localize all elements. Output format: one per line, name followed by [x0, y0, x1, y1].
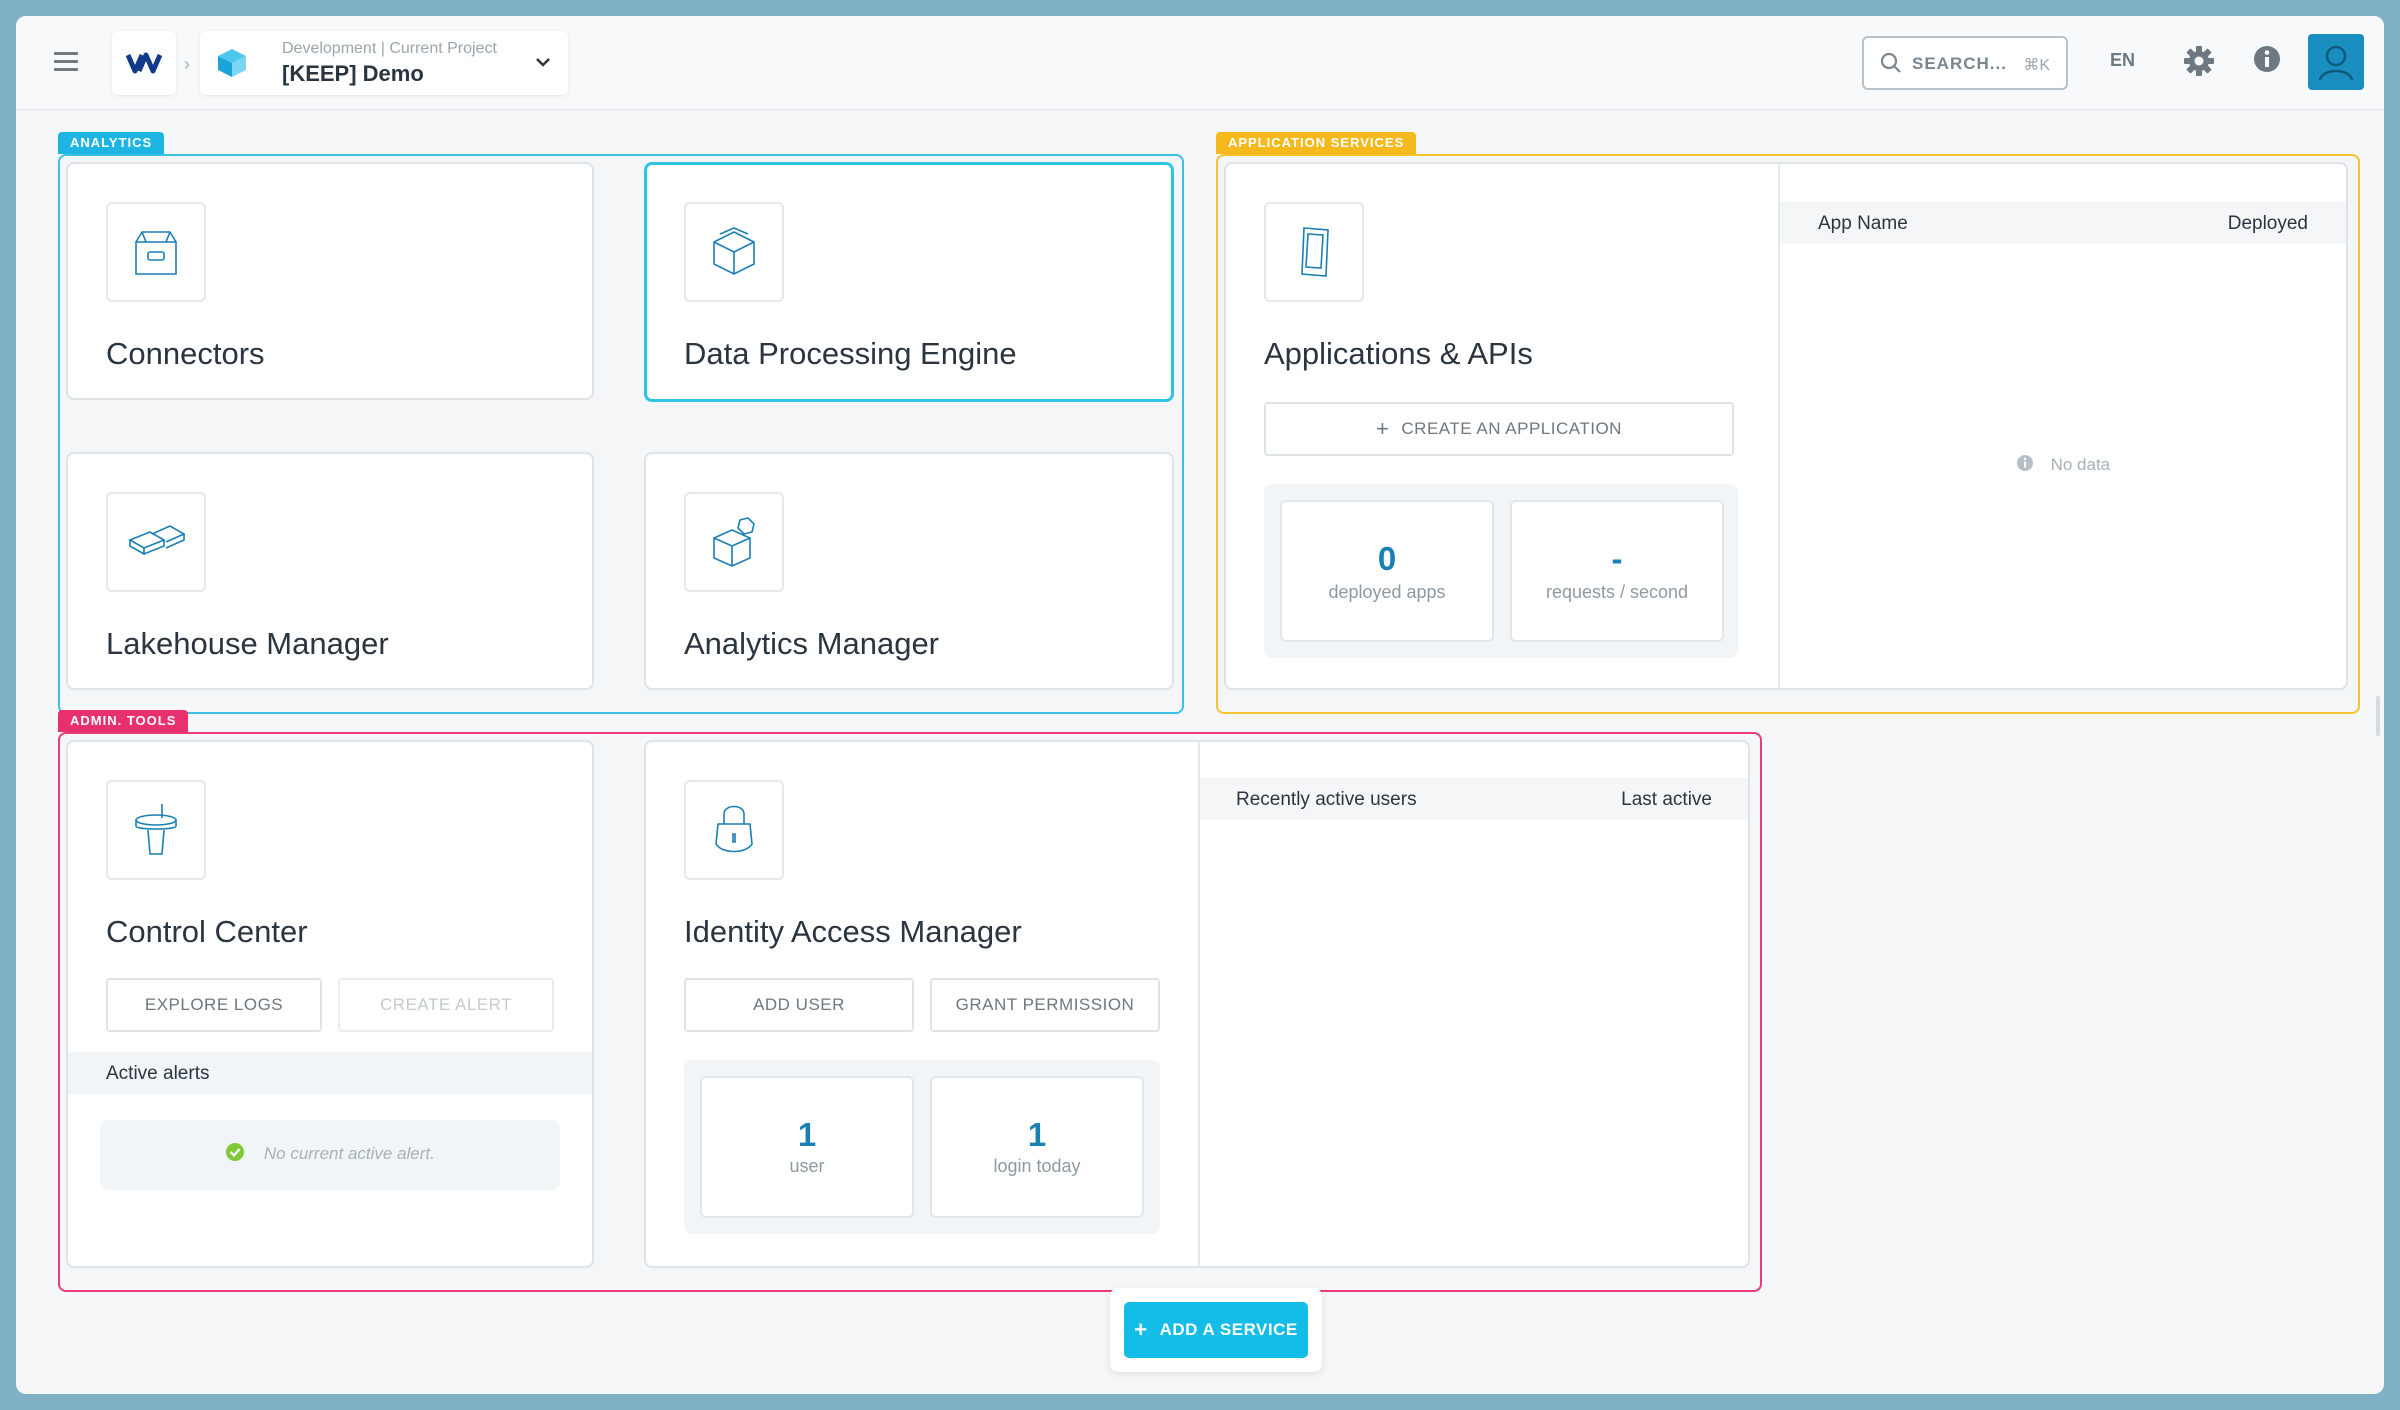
- check-circle-icon: [226, 1143, 245, 1161]
- lakehouse-manager-card[interactable]: Lakehouse Manager: [66, 452, 594, 690]
- user-icon: [2318, 45, 2354, 81]
- apps-table-header: App Name Deployed: [1780, 202, 2346, 244]
- app-name-column: App Name: [1818, 213, 1908, 234]
- project-selector[interactable]: Development | Current Project [KEEP] Dem…: [200, 31, 568, 95]
- application-stats-panel: 0 deployed apps - requests / second: [1264, 484, 1738, 658]
- deployed-column: Deployed: [2227, 213, 2308, 234]
- analytics-manager-card[interactable]: Analytics Manager: [644, 452, 1174, 690]
- last-active-column: Last active: [1621, 789, 1712, 810]
- users-stat: 1 user: [700, 1076, 914, 1218]
- requests-value: -: [1611, 540, 1623, 577]
- create-alert-button[interactable]: CREATE ALERT: [338, 978, 554, 1032]
- scrollbar[interactable]: [2376, 696, 2380, 736]
- apps-empty-state: No data: [1780, 454, 2346, 475]
- explore-logs-button[interactable]: EXPLORE LOGS: [106, 978, 322, 1032]
- gear-icon[interactable]: [2182, 44, 2216, 78]
- applications-icon-box: [1264, 202, 1364, 302]
- logins-stat: 1 login today: [930, 1076, 1144, 1218]
- box-icon: [135, 231, 177, 275]
- create-application-button[interactable]: + CREATE AN APPLICATION: [1264, 402, 1734, 456]
- iam-stats-panel: 1 user 1 login today: [684, 1060, 1160, 1234]
- plus-icon: +: [1134, 1317, 1148, 1342]
- no-alert-message: No current active alert.: [100, 1142, 560, 1164]
- lakehouse-icon-box: [106, 492, 206, 592]
- no-data-text: No data: [2050, 455, 2111, 474]
- connectors-title: Connectors: [106, 336, 265, 371]
- chevron-down-icon: [536, 58, 550, 67]
- logins-count: 1: [1027, 1116, 1047, 1153]
- users-count: 1: [797, 1116, 817, 1153]
- active-alerts-label: Active alerts: [106, 1063, 210, 1084]
- search-shortcut: ⌘K: [2023, 57, 2050, 74]
- plus-icon: +: [1376, 416, 1390, 441]
- connectors-card[interactable]: Connectors: [66, 162, 594, 400]
- project-name: [KEEP] Demo: [282, 61, 424, 86]
- search-label: SEARCH...: [1912, 54, 2007, 73]
- recently-active-users-column: Recently active users: [1236, 789, 1417, 810]
- analytics-group-tag: ANALYTICS: [58, 132, 165, 154]
- active-alerts-header: Active alerts: [68, 1052, 592, 1094]
- applications-title: Applications & APIs: [1264, 336, 1533, 371]
- deployed-apps-stat: 0 deployed apps: [1280, 500, 1494, 642]
- language-selector[interactable]: EN: [2110, 50, 2135, 71]
- control-center-title: Control Center: [106, 914, 308, 949]
- app-logo[interactable]: [112, 31, 176, 95]
- logins-label: login today: [993, 1156, 1081, 1176]
- iam-icon-box: [684, 780, 784, 880]
- cube-gem-icon: [713, 517, 755, 567]
- add-service-container: + ADD A SERVICE: [1110, 1288, 1322, 1372]
- no-alert-panel: No current active alert.: [100, 1120, 560, 1190]
- add-service-label: ADD A SERVICE: [1159, 1320, 1298, 1339]
- data-processing-engine-card[interactable]: Data Processing Engine: [644, 162, 1174, 402]
- project-cube-icon: [218, 49, 246, 77]
- funnel-icon: [135, 804, 177, 855]
- admin-tools-group-tag: ADMIN. TOOLS: [58, 710, 189, 732]
- info-icon: [2016, 455, 2033, 471]
- info-icon[interactable]: [2252, 44, 2282, 74]
- grant-permission-button[interactable]: GRANT PERMISSION: [930, 978, 1160, 1032]
- project-environment: Development | Current Project: [282, 40, 497, 57]
- applications-apis-card: Applications & APIs + CREATE AN APPLICAT…: [1224, 162, 2348, 690]
- connectors-icon-box: [106, 202, 206, 302]
- cube-icon: [713, 227, 755, 275]
- lakehouse-title: Lakehouse Manager: [106, 626, 389, 661]
- logo-icon: [126, 52, 162, 74]
- menu-icon[interactable]: [54, 52, 78, 72]
- search-button[interactable]: SEARCH... ⌘K: [1862, 36, 2068, 90]
- no-alert-text: No current active alert.: [263, 1144, 435, 1163]
- iam-title: Identity Access Manager: [684, 914, 1022, 949]
- card-divider: [1198, 742, 1200, 1266]
- deployed-apps-label: deployed apps: [1328, 582, 1446, 602]
- padlock-icon: [715, 805, 753, 853]
- analytics-manager-icon-box: [684, 492, 784, 592]
- add-service-button[interactable]: + ADD A SERVICE: [1124, 1302, 1308, 1358]
- add-user-button[interactable]: ADD USER: [684, 978, 914, 1032]
- users-label: user: [789, 1156, 825, 1176]
- application-services-group: APPLICATION SERVICES Applications & APIs…: [1216, 132, 2360, 714]
- deployed-apps-count: 0: [1377, 540, 1397, 577]
- requests-label: requests / second: [1545, 582, 1689, 602]
- admin-tools-group: ADMIN. TOOLS Control Center EXPLORE LOGS…: [58, 710, 1762, 1292]
- user-avatar[interactable]: [2308, 34, 2364, 90]
- analytics-manager-title: Analytics Manager: [684, 626, 940, 661]
- control-center-icon-box: [106, 780, 206, 880]
- dpe-title: Data Processing Engine: [684, 336, 1017, 371]
- search-icon: [1880, 52, 1901, 73]
- breadcrumb-separator-icon: ›: [184, 54, 190, 74]
- top-bar: › Development | Current Project [KEEP] D…: [16, 16, 2384, 110]
- analytics-group: ANALYTICS Connectors Data Processing Eng…: [58, 132, 1184, 714]
- control-center-card: Control Center EXPLORE LOGS CREATE ALERT…: [66, 740, 594, 1268]
- requests-stat: - requests / second: [1510, 500, 1724, 642]
- users-table-header: Recently active users Last active: [1200, 778, 1748, 820]
- dpe-icon-box: [684, 202, 784, 302]
- stacked-boxes-icon: [128, 525, 186, 556]
- app-window: › Development | Current Project [KEEP] D…: [16, 16, 2384, 1394]
- create-application-label: CREATE AN APPLICATION: [1401, 419, 1622, 438]
- application-services-group-tag: APPLICATION SERVICES: [1216, 132, 1417, 154]
- tablet-icon: [1301, 227, 1329, 277]
- identity-access-manager-card: Identity Access Manager ADD USER GRANT P…: [644, 740, 1750, 1268]
